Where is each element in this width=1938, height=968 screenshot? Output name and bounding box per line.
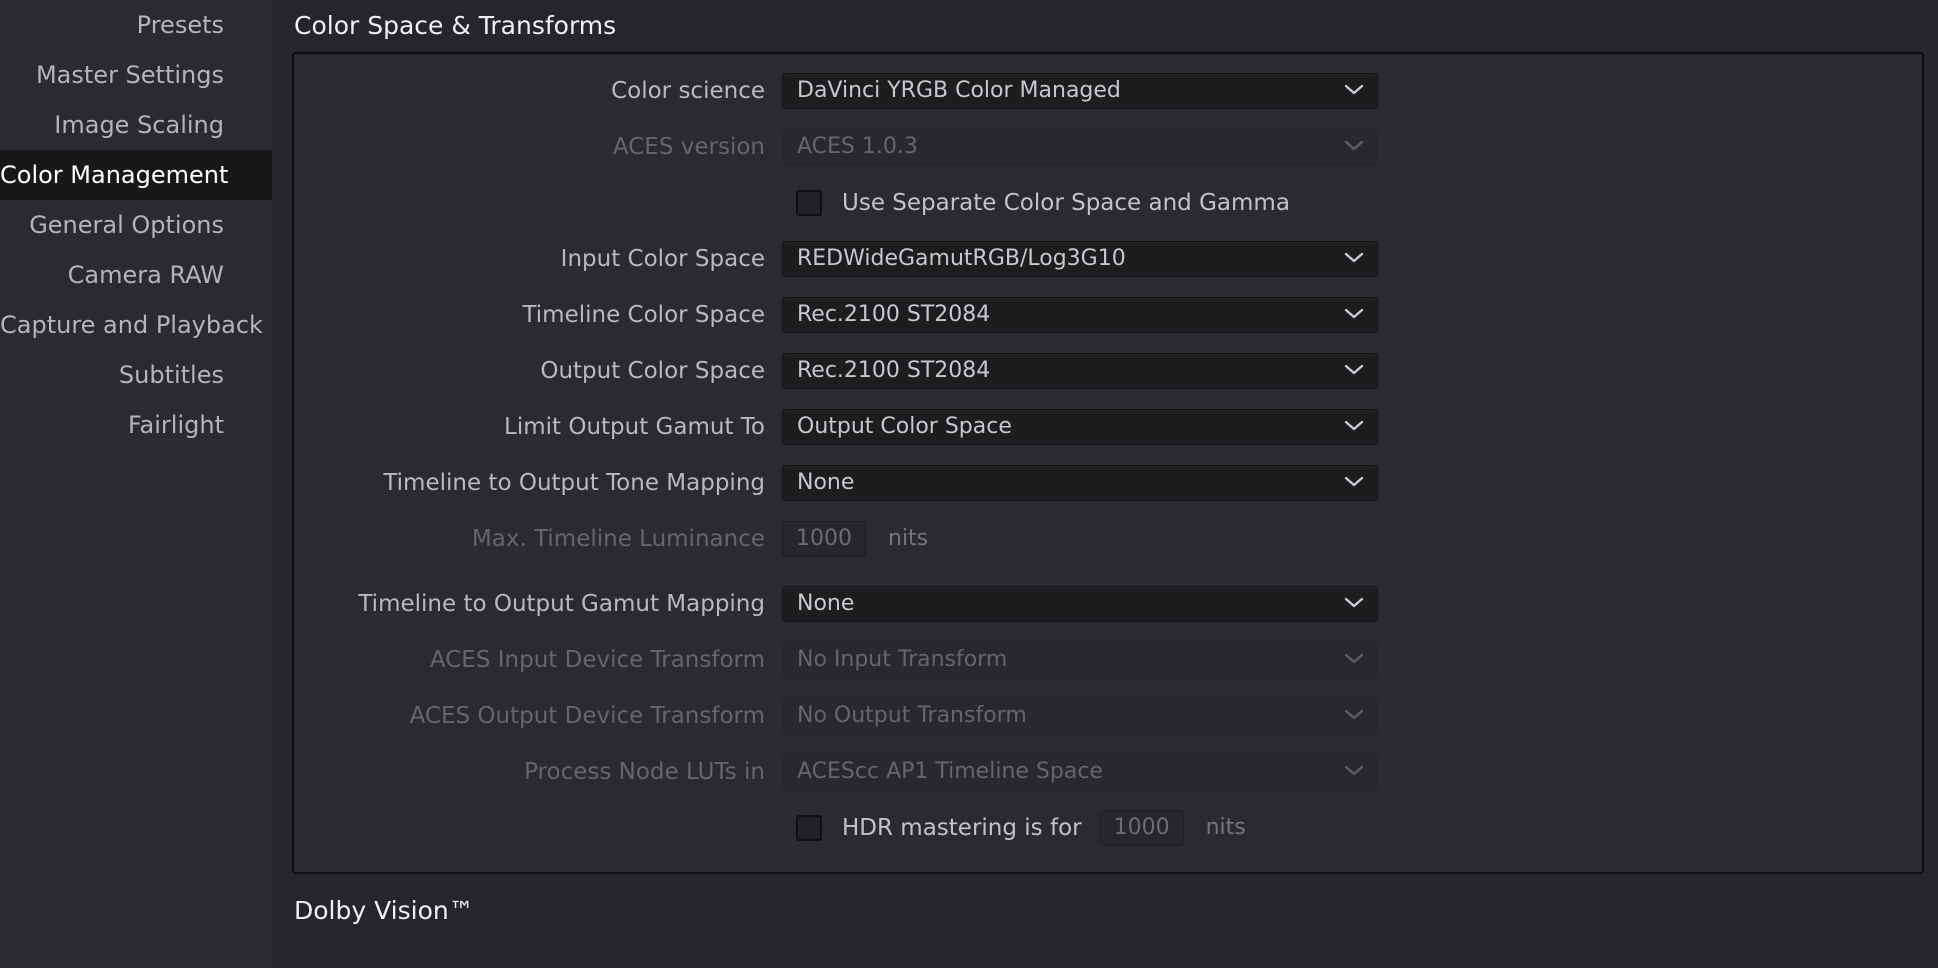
settings-sidebar: Presets Master Settings Image Scaling Co… [0, 0, 272, 968]
aces-idt-dropdown: No Input Transform [782, 641, 1378, 678]
limit-output-gamut-label: Limit Output Gamut To [504, 413, 765, 440]
output-color-space-value: Rec.2100 ST2084 [797, 358, 991, 383]
use-separate-color-space-label: Use Separate Color Space and Gamma [842, 189, 1290, 216]
row-gamut-mapping: Timeline to Output Gamut Mapping None [294, 581, 1922, 626]
sidebar-item-label: Image Scaling [54, 111, 224, 139]
row-output-color-space: Output Color Space Rec.2100 ST2084 [294, 348, 1922, 393]
input-color-space-dropdown[interactable]: REDWideGamutRGB/Log3G10 [782, 240, 1378, 277]
color-space-and-transforms-panel: Color science DaVinci YRGB Color Managed… [292, 52, 1924, 874]
aces-idt-value: No Input Transform [797, 647, 1008, 672]
max-timeline-luminance-input: 1000 [782, 520, 866, 557]
timeline-color-space-dropdown[interactable]: Rec.2100 ST2084 [782, 296, 1378, 333]
sidebar-item-subtitles[interactable]: Subtitles [0, 350, 272, 400]
aces-odt-dropdown: No Output Transform [782, 697, 1378, 734]
chevron-down-icon [1343, 706, 1365, 725]
input-color-space-value: REDWideGamutRGB/Log3G10 [797, 246, 1126, 271]
sidebar-item-label: Color Management [0, 161, 229, 189]
sidebar-item-label: Fairlight [127, 411, 224, 439]
process-node-luts-dropdown: ACEScc AP1 Timeline Space [782, 753, 1378, 790]
hdr-mastering-nits-input: 1000 [1099, 809, 1184, 846]
aces-odt-value: No Output Transform [797, 703, 1027, 728]
aces-version-label: ACES version [612, 133, 765, 160]
process-node-luts-value: ACEScc AP1 Timeline Space [797, 759, 1103, 784]
hdr-mastering-checkbox[interactable] [796, 814, 822, 841]
chevron-down-icon [1343, 650, 1365, 669]
gamut-mapping-label: Timeline to Output Gamut Mapping [358, 590, 765, 617]
row-tone-mapping: Timeline to Output Tone Mapping None [294, 460, 1922, 505]
sidebar-item-presets[interactable]: Presets [0, 0, 272, 50]
color-science-dropdown[interactable]: DaVinci YRGB Color Managed [782, 72, 1378, 109]
chevron-down-icon [1343, 249, 1365, 268]
chevron-down-icon [1343, 137, 1365, 156]
max-timeline-luminance-label: Max. Timeline Luminance [471, 525, 765, 552]
tone-mapping-value: None [797, 470, 855, 495]
settings-content: Color Space & Transforms Color science D… [272, 0, 1938, 968]
hdr-mastering-nits-value: 1000 [1113, 815, 1170, 840]
chevron-down-icon [1343, 473, 1365, 492]
hdr-mastering-unit: nits [1205, 815, 1246, 840]
row-color-science: Color science DaVinci YRGB Color Managed [294, 68, 1922, 113]
sidebar-item-color-management[interactable]: Color Management [0, 150, 272, 200]
chevron-down-icon [1343, 361, 1365, 380]
color-science-value: DaVinci YRGB Color Managed [797, 78, 1121, 103]
gamut-mapping-dropdown[interactable]: None [782, 585, 1378, 622]
chevron-down-icon [1343, 305, 1365, 324]
row-hdr-mastering: HDR mastering is for 1000 nits [294, 805, 1922, 850]
sidebar-item-capture-and-playback[interactable]: Capture and Playback [0, 300, 272, 350]
row-aces-output-device-transform: ACES Output Device Transform No Output T… [294, 693, 1922, 738]
sidebar-item-image-scaling[interactable]: Image Scaling [0, 100, 272, 150]
timeline-color-space-label: Timeline Color Space [522, 301, 765, 328]
row-timeline-color-space: Timeline Color Space Rec.2100 ST2084 [294, 292, 1922, 337]
page-title: Color Space & Transforms [294, 11, 617, 40]
row-aces-version: ACES version ACES 1.0.3 [294, 124, 1922, 169]
sidebar-item-label: General Options [29, 211, 224, 239]
process-node-luts-label: Process Node LUTs in [524, 758, 765, 785]
input-color-space-label: Input Color Space [560, 245, 765, 272]
use-separate-color-space-checkbox[interactable] [796, 189, 822, 216]
max-timeline-luminance-unit: nits [888, 526, 929, 551]
output-color-space-dropdown[interactable]: Rec.2100 ST2084 [782, 352, 1378, 389]
timeline-color-space-value: Rec.2100 ST2084 [797, 302, 991, 327]
chevron-down-icon [1343, 81, 1365, 100]
color-science-label: Color science [611, 77, 765, 104]
sidebar-item-camera-raw[interactable]: Camera RAW [0, 250, 272, 300]
sidebar-item-label: Subtitles [118, 361, 224, 389]
project-settings-window: Presets Master Settings Image Scaling Co… [0, 0, 1938, 968]
dolby-vision-section-title: Dolby Vision™ [294, 896, 474, 925]
limit-output-gamut-value: Output Color Space [797, 414, 1012, 439]
row-limit-output-gamut: Limit Output Gamut To Output Color Space [294, 404, 1922, 449]
limit-output-gamut-dropdown[interactable]: Output Color Space [782, 408, 1378, 445]
row-max-timeline-luminance: Max. Timeline Luminance 1000 nits [294, 516, 1922, 561]
aces-version-dropdown: ACES 1.0.3 [782, 128, 1378, 165]
aces-odt-label: ACES Output Device Transform [409, 702, 765, 729]
sidebar-item-fairlight[interactable]: Fairlight [0, 400, 272, 450]
aces-idt-label: ACES Input Device Transform [429, 646, 765, 673]
sidebar-item-label: Presets [136, 11, 224, 39]
sidebar-item-label: Camera RAW [67, 261, 224, 289]
chevron-down-icon [1343, 417, 1365, 436]
sidebar-item-label: Master Settings [35, 61, 224, 89]
sidebar-item-master-settings[interactable]: Master Settings [0, 50, 272, 100]
sidebar-item-label: Capture and Playback [0, 311, 263, 339]
chevron-down-icon [1343, 594, 1365, 613]
row-input-color-space: Input Color Space REDWideGamutRGB/Log3G1… [294, 236, 1922, 281]
sidebar-item-general-options[interactable]: General Options [0, 200, 272, 250]
tone-mapping-label: Timeline to Output Tone Mapping [383, 469, 765, 496]
row-process-node-luts: Process Node LUTs in ACEScc AP1 Timeline… [294, 749, 1922, 794]
gamut-mapping-value: None [797, 591, 855, 616]
max-timeline-luminance-value: 1000 [796, 526, 852, 551]
row-use-separate-color-space: Use Separate Color Space and Gamma [294, 180, 1922, 225]
output-color-space-label: Output Color Space [540, 357, 765, 384]
hdr-mastering-label: HDR mastering is for [842, 814, 1082, 841]
chevron-down-icon [1343, 762, 1365, 781]
tone-mapping-dropdown[interactable]: None [782, 464, 1378, 501]
aces-version-value: ACES 1.0.3 [797, 134, 918, 159]
row-aces-input-device-transform: ACES Input Device Transform No Input Tra… [294, 637, 1922, 682]
